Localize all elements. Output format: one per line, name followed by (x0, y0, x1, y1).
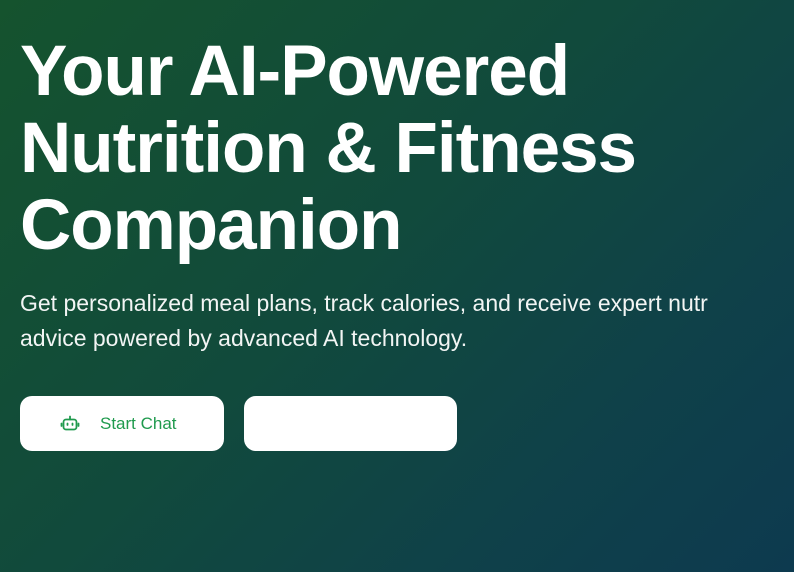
hero-title-line-1: Your AI-Powered (20, 32, 570, 111)
start-chat-button[interactable]: Start Chat (20, 396, 224, 451)
hero-title-line-2: Nutrition & Fitness (20, 109, 637, 188)
start-chat-label: Start Chat (100, 413, 177, 433)
hero-title-line-3: Companion (20, 186, 402, 265)
hero-title: Your AI-Powered Nutrition & Fitness Comp… (20, 32, 637, 265)
robot-icon (60, 414, 80, 434)
hero-subtitle-line-1: Get personalized meal plans, track calor… (20, 290, 708, 316)
secondary-action-button[interactable] (244, 396, 457, 451)
hero-subtitle: Get personalized meal plans, track calor… (20, 286, 794, 356)
hero-section: Your AI-Powered Nutrition & Fitness Comp… (20, 0, 794, 572)
hero-subtitle-line-2: advice powered by advanced AI technology… (20, 325, 468, 351)
